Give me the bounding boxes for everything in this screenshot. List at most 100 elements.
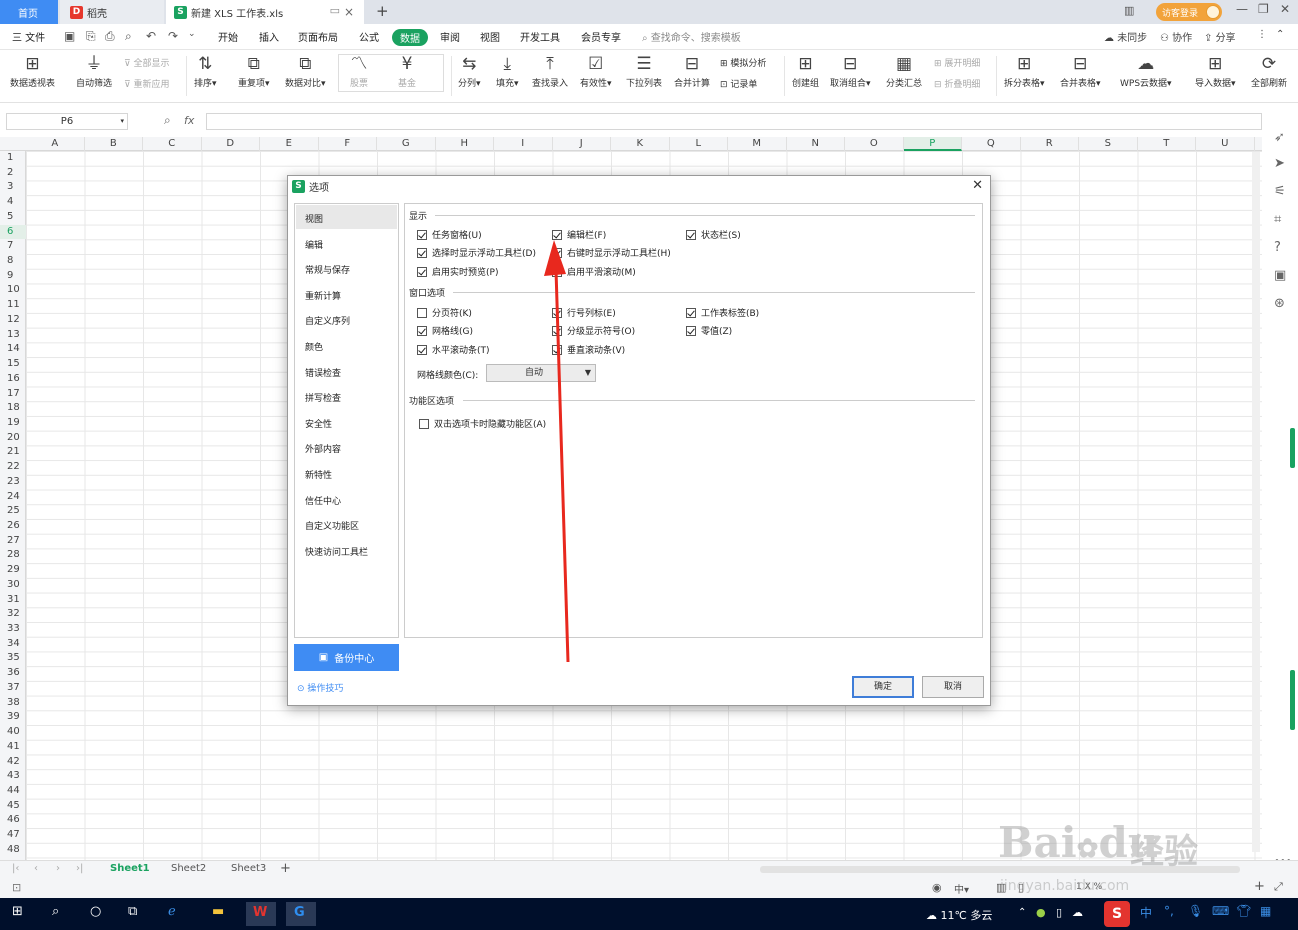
menu-member[interactable]: 会员专享 — [581, 29, 621, 44]
subtotal-button[interactable]: ▦ 分类汇总 — [886, 52, 922, 89]
row-header[interactable]: 37 — [0, 681, 26, 696]
split-column-button[interactable]: ⇆ 分列▾ — [458, 52, 481, 89]
menu-file[interactable]: 三 文件 — [12, 29, 45, 44]
row-header[interactable]: 30 — [0, 578, 26, 593]
checkbox[interactable] — [417, 266, 427, 277]
keyboard-icon[interactable]: ⌨ — [1212, 904, 1229, 918]
nav-item[interactable]: 外部内容 — [305, 442, 341, 455]
window-layout-icon[interactable]: ▥ — [1124, 4, 1134, 17]
close-icon[interactable]: ✕ — [972, 178, 983, 193]
column-header[interactable]: O — [845, 137, 904, 151]
rocket-icon[interactable]: ➶ — [1274, 130, 1285, 145]
row-header[interactable]: 13 — [0, 328, 26, 343]
stock-button[interactable]: 〽股票 — [350, 52, 368, 89]
fill-button[interactable]: ⤓ 填充▾ — [496, 52, 519, 89]
tab-file[interactable]: S 新建 XLS 工作表.xls ▭ × — [166, 0, 364, 24]
zoom-in-icon[interactable]: + — [1254, 879, 1265, 894]
menu-dev-tools[interactable]: 开发工具 — [520, 29, 560, 44]
row-header[interactable]: 23 — [0, 475, 26, 490]
opt-float-toolbar[interactable]: 选择时显示浮动工具栏(D) — [417, 246, 536, 259]
cancel-button[interactable]: 取消 — [922, 676, 984, 698]
new-tab-icon[interactable]: + — [376, 2, 389, 20]
column-header[interactable]: U — [1196, 137, 1255, 151]
show-all-button[interactable]: ⊽ 全部显示 — [124, 56, 169, 69]
auto-filter-button[interactable]: ⏚ 自动筛选 — [76, 52, 112, 89]
skin-icon[interactable]: 👕︎ — [1236, 904, 1251, 918]
column-header[interactable]: S — [1079, 137, 1138, 151]
sort-button[interactable]: ⇅ 排序▾ — [194, 52, 217, 89]
image-icon[interactable]: ▣ — [1274, 268, 1286, 283]
sheet-tab-2[interactable]: Sheet2 — [171, 863, 206, 874]
row-header[interactable]: 21 — [0, 445, 26, 460]
fullscreen-icon[interactable]: ⤢ — [1274, 880, 1283, 894]
column-header[interactable]: G — [377, 137, 436, 151]
print-icon[interactable]: ⎙ — [105, 29, 115, 44]
row-header[interactable]: 35 — [0, 651, 26, 666]
checkbox[interactable] — [552, 325, 562, 336]
cloud-tray-icon[interactable]: ☁ — [1072, 906, 1083, 919]
more-options-icon[interactable]: ⋮ — [1257, 29, 1267, 40]
checkbox[interactable] — [417, 325, 427, 336]
lookup-entry-button[interactable]: ⤒ 查找录入 — [532, 52, 568, 89]
simulate-button[interactable]: ⊞ 模拟分析 — [720, 56, 766, 69]
row-header[interactable]: 18 — [0, 401, 26, 416]
column-header[interactable]: H — [436, 137, 494, 151]
row-header[interactable]: 17 — [0, 387, 26, 402]
row-header[interactable]: 5 — [0, 210, 26, 225]
nav-item[interactable]: 自定义功能区 — [305, 519, 359, 532]
tray-expand-icon[interactable]: ⌃ — [1018, 907, 1026, 918]
nav-item[interactable]: 信任中心 — [305, 494, 341, 507]
row-header[interactable]: 24 — [0, 490, 26, 505]
more-icon[interactable]: ⌄ — [188, 29, 196, 39]
merge-calc-button[interactable]: ⊟ 合并计算 — [674, 52, 710, 89]
help-icon[interactable]: ? — [1274, 240, 1281, 255]
row-header[interactable]: 32 — [0, 607, 26, 622]
weather-widget[interactable]: ☁ 11℃ 多云 — [926, 907, 992, 923]
opt-formula-bar[interactable]: 编辑栏(F) — [552, 228, 606, 241]
search-box[interactable]: ⌕ 查找命令、搜索模板 — [642, 29, 741, 44]
menu-page-layout[interactable]: 页面布局 — [298, 29, 338, 44]
menu-start[interactable]: 开始 — [218, 29, 238, 44]
eye-icon[interactable]: ◉ — [932, 881, 942, 894]
row-header[interactable]: 47 — [0, 828, 26, 843]
add-sheet-icon[interactable]: + — [280, 861, 291, 876]
row-header[interactable]: 31 — [0, 593, 26, 608]
column-header[interactable]: R — [1021, 137, 1079, 151]
collapse-ribbon-icon[interactable]: ⌃ — [1276, 29, 1284, 40]
menu-view[interactable]: 视图 — [480, 29, 500, 44]
row-header[interactable]: 26 — [0, 519, 26, 534]
wps-taskbar-item[interactable]: W — [246, 902, 276, 926]
row-header[interactable]: 10 — [0, 283, 26, 298]
row-header[interactable]: 27 — [0, 534, 26, 549]
minimize-icon[interactable]: — — [1236, 2, 1248, 16]
print-preview-icon[interactable]: ⌕ — [125, 29, 132, 44]
row-header[interactable]: 22 — [0, 460, 26, 475]
row-header[interactable]: 25 — [0, 504, 26, 519]
macro-icon[interactable]: ⊡ — [12, 881, 21, 894]
last-sheet-icon[interactable]: ›| — [76, 863, 83, 874]
save-icon[interactable]: ▣ — [64, 29, 75, 43]
fx-icon[interactable]: fx — [184, 114, 194, 127]
row-header[interactable]: 41 — [0, 740, 26, 755]
row-header[interactable]: 14 — [0, 342, 26, 357]
tab-daoke[interactable]: D 稻壳 — [60, 0, 164, 24]
vertical-scrollbar[interactable] — [1252, 152, 1260, 852]
next-sheet-icon[interactable]: › — [56, 863, 60, 874]
close-tab-icon[interactable]: × — [344, 5, 354, 19]
compass-icon[interactable]: ⊛ — [1274, 296, 1285, 311]
opt-live-preview[interactable]: 启用实时预览(P) — [417, 265, 498, 278]
column-header[interactable]: L — [670, 137, 728, 151]
column-header[interactable]: B — [85, 137, 143, 151]
opt-taskpane[interactable]: 任务窗格(U) — [417, 228, 482, 241]
row-header[interactable]: 19 — [0, 416, 26, 431]
row-header[interactable]: 28 — [0, 548, 26, 563]
menu-data[interactable]: 数据 — [392, 29, 428, 46]
checkbox[interactable] — [417, 229, 427, 240]
guest-login-button[interactable]: 访客登录 — [1156, 3, 1222, 21]
collapse-detail-button[interactable]: ⊟ 折叠明细 — [934, 77, 980, 90]
input-method-status[interactable]: 中▾ — [954, 881, 969, 896]
undo-icon[interactable]: ↶ — [146, 29, 156, 43]
browser-taskbar-item[interactable]: G — [286, 902, 316, 926]
checkbox[interactable] — [417, 344, 427, 355]
row-header[interactable]: 2 — [0, 166, 26, 181]
